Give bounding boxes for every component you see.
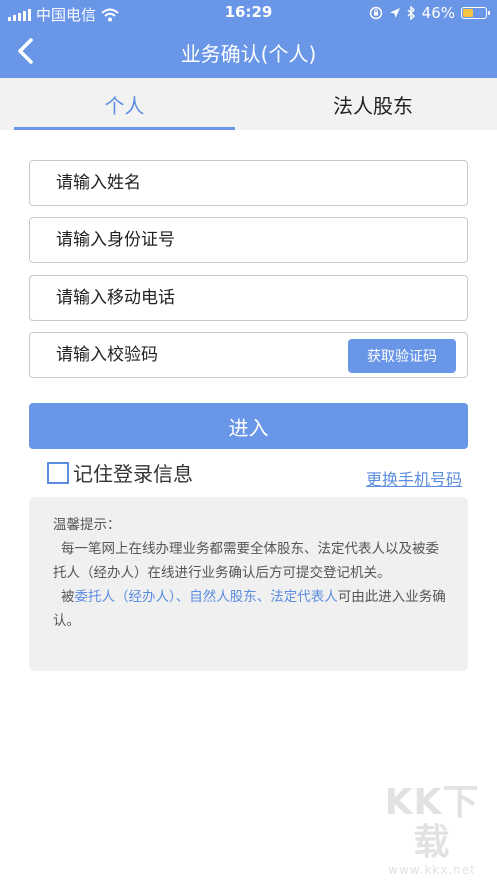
nav-bar: 业务确认(个人)	[0, 26, 497, 78]
id-number-field	[29, 217, 468, 263]
tips-heading: 温馨提示：	[53, 517, 121, 533]
battery-icon	[461, 7, 490, 19]
tab-corporate-shareholder[interactable]: 法人股东	[263, 78, 483, 130]
change-phone-link[interactable]: 更换手机号码	[366, 466, 462, 490]
tips-roles-link[interactable]: 委托人（经办人）、自然人股东、法定代表人	[75, 589, 338, 605]
status-right: 46%	[369, 4, 490, 22]
location-icon	[389, 8, 400, 18]
battery-percent: 46%	[421, 4, 455, 22]
page-title: 业务确认(个人)	[180, 42, 317, 66]
tips-line-2: 被委托人（经办人）、自然人股东、法定代表人可由此进入业务确认。	[53, 585, 446, 633]
status-bar: 中国电信 16:29 46%	[0, 0, 497, 26]
tab-active-indicator	[14, 127, 235, 130]
rotation-lock-icon	[369, 6, 382, 20]
remember-label: 记住登录信息	[73, 462, 193, 486]
remember-checkbox[interactable]	[47, 461, 69, 484]
name-input[interactable]	[56, 161, 356, 205]
tips-line-2-prefix: 被	[61, 589, 75, 605]
id-number-input[interactable]	[56, 218, 356, 262]
tab-individual[interactable]: 个人	[14, 78, 235, 130]
watermark-logo: KK下载	[384, 782, 480, 863]
battery-level	[463, 9, 474, 17]
tips-box: 温馨提示： 每一笔网上在线办理业务都需要全体股东、法定代表人以及被委托人（经办人…	[29, 497, 468, 671]
bluetooth-icon	[407, 6, 415, 20]
tips-line-1: 每一笔网上在线办理业务都需要全体股东、法定代表人以及被委托人（经办人）在线进行业…	[53, 541, 439, 581]
name-field	[29, 160, 468, 206]
watermark-url: www.kkx.net	[388, 863, 476, 877]
tab-bar: 个人 法人股东	[0, 78, 497, 130]
get-code-button[interactable]: 获取验证码	[348, 339, 456, 373]
app-header: 中国电信 16:29 46% 业务确认(个人)	[0, 0, 497, 78]
verification-code-input[interactable]	[56, 333, 356, 377]
verification-code-field: 获取验证码	[29, 332, 468, 378]
watermark: KK下载 www.kkx.net	[373, 782, 491, 878]
remember-login: 记住登录信息	[47, 458, 193, 487]
phone-input[interactable]	[56, 276, 356, 320]
phone-field	[29, 275, 468, 321]
enter-button[interactable]: 进入	[29, 403, 468, 449]
